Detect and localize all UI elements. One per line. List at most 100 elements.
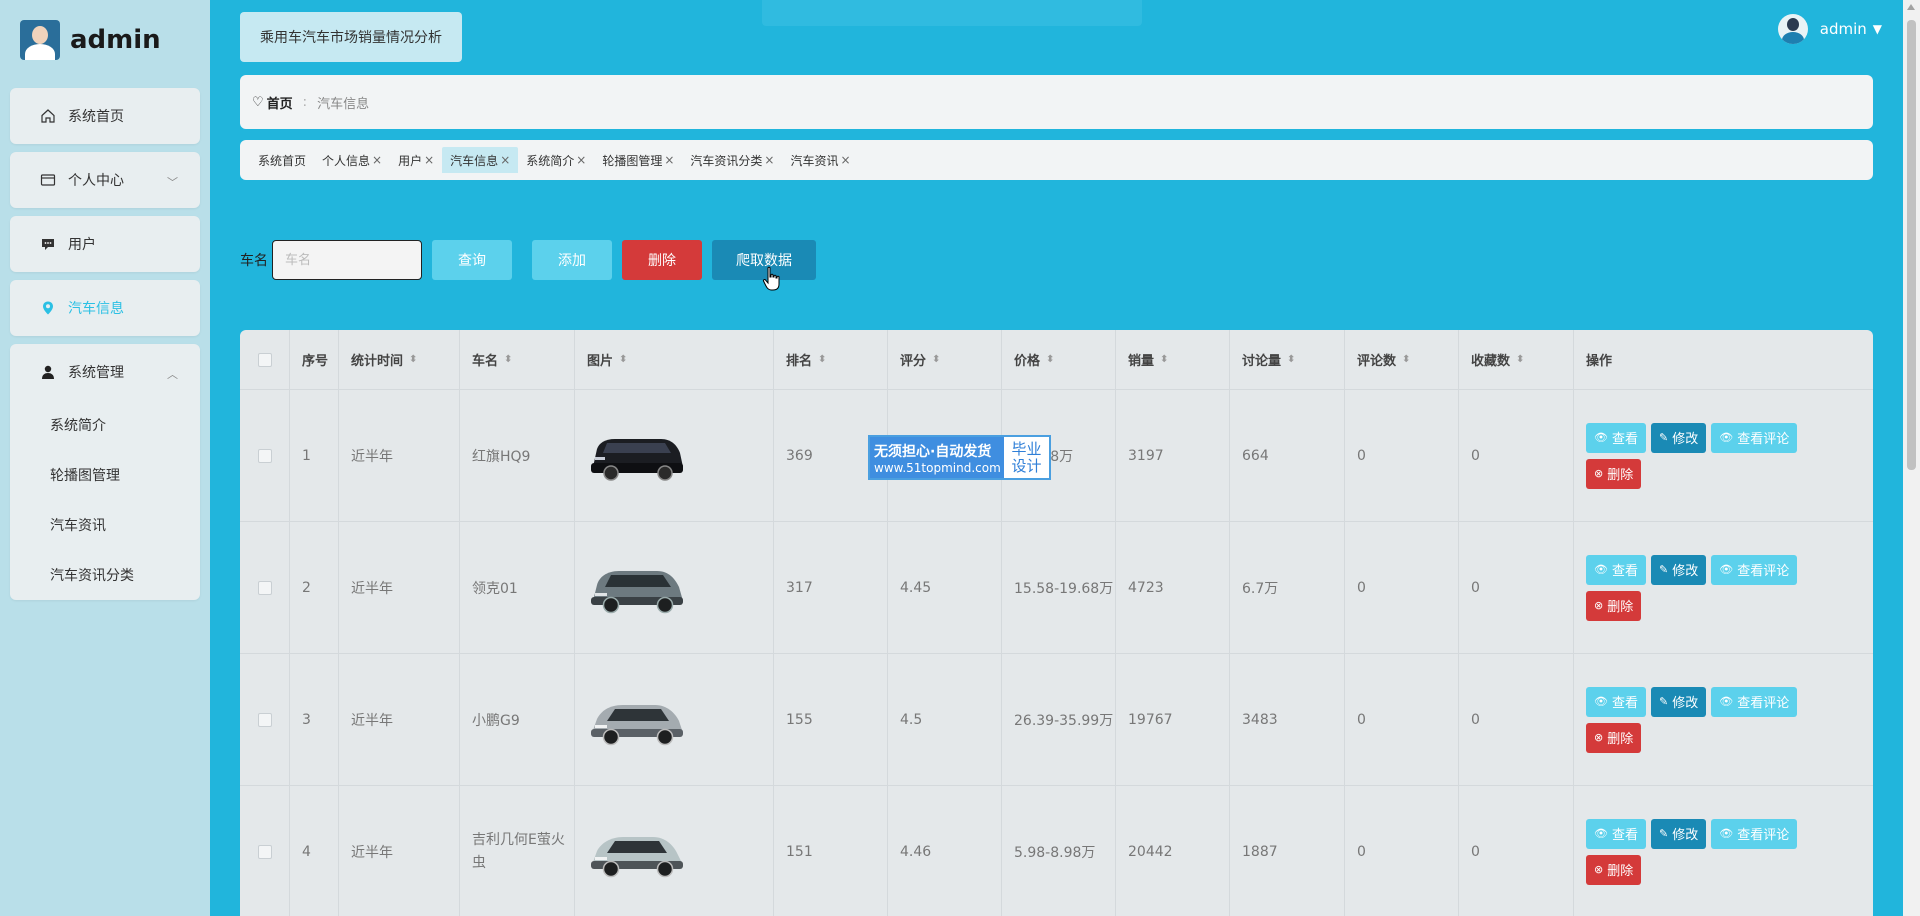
table-row: 4 近半年 吉利几何E萤火虫 151 4.46 5.98-8.98万 20442… xyxy=(240,786,1873,916)
row-delete-button[interactable]: ⊗ 删除 xyxy=(1586,854,1642,885)
tab-personal-info[interactable]: 个人信息 × xyxy=(314,147,390,173)
avatar xyxy=(1777,14,1808,44)
header-discussions[interactable]: 讨论量 ⬍ xyxy=(1230,330,1345,389)
tab-home[interactable]: 系统首页 xyxy=(250,147,314,173)
sidebar-item-home[interactable]: 系统首页 xyxy=(10,88,200,144)
row-delete-button[interactable]: ⊗ 删除 xyxy=(1586,458,1642,489)
car-thumbnail[interactable] xyxy=(587,427,687,485)
view-button[interactable]: 👁 查看 xyxy=(1586,818,1646,849)
sidebar-subitem-label: 汽车资讯 xyxy=(50,518,106,534)
edit-button[interactable]: ✎ 修改 xyxy=(1650,554,1707,585)
sort-icon[interactable]: ⬍ xyxy=(409,354,417,365)
header-score[interactable]: 评分 ⬍ xyxy=(888,330,1002,389)
car-thumbnail[interactable] xyxy=(587,691,687,749)
header-car-name[interactable]: 车名 ⬍ xyxy=(460,330,575,389)
view-button[interactable]: 👁 查看 xyxy=(1586,686,1646,717)
scrollbar-thumb[interactable] xyxy=(1907,20,1916,470)
watermark-line2: www.51topmind.com xyxy=(874,460,1001,475)
header-stat-time[interactable]: 统计时间 ⬍ xyxy=(339,330,460,389)
sidebar-subitem-carousel[interactable]: 轮播图管理 xyxy=(10,450,200,500)
user-menu[interactable]: admin ▼ xyxy=(1777,14,1882,44)
header-price[interactable]: 价格 ⬍ xyxy=(1002,330,1116,389)
cell-index: 2 xyxy=(290,522,339,653)
car-thumbnail[interactable] xyxy=(587,823,687,881)
view-reviews-button[interactable]: 👁 查看评论 xyxy=(1711,422,1798,453)
row-checkbox[interactable] xyxy=(257,844,272,859)
row-checkbox[interactable] xyxy=(257,580,272,595)
sidebar-subitem-news-category[interactable]: 汽车资讯分类 xyxy=(10,550,200,600)
tab-news[interactable]: 汽车资讯 × xyxy=(782,147,858,173)
view-button[interactable]: 👁 查看 xyxy=(1586,554,1646,585)
sidebar-item-personal[interactable]: 个人中心 ﹀ xyxy=(10,152,200,208)
cell-stat-time: 近半年 xyxy=(339,654,460,785)
table-row: 3 近半年 小鹏G9 155 4.5 26.39-35.99万 19767 34… xyxy=(240,654,1873,786)
tab-car-info[interactable]: 汽车信息 × xyxy=(442,147,519,173)
sidebar-subitem-intro[interactable]: 系统简介 xyxy=(10,400,200,450)
header-image[interactable]: 图片 ⬍ xyxy=(575,330,774,389)
view-button[interactable]: 👁 查看 xyxy=(1586,422,1646,453)
sort-icon[interactable]: ⬍ xyxy=(619,354,627,365)
sidebar-item-system[interactable]: 系统管理 ︿ xyxy=(10,344,200,400)
sidebar-subitem-news[interactable]: 汽车资讯 xyxy=(10,500,200,550)
header-comments[interactable]: 评论数 ⬍ xyxy=(1345,330,1459,389)
close-icon[interactable]: × xyxy=(841,153,851,167)
tab-news-category[interactable]: 汽车资讯分类 × xyxy=(682,147,782,173)
edit-button[interactable]: ✎ 修改 xyxy=(1650,818,1707,849)
menu-card-home: 系统首页 xyxy=(10,88,200,144)
header-label: 图片 xyxy=(587,354,614,369)
table-row: 2 近半年 领克01 317 4.45 15.58-19.68万 4723 6.… xyxy=(240,522,1873,654)
cell-image xyxy=(575,786,774,916)
header-favorites[interactable]: 收藏数 ⬍ xyxy=(1459,330,1574,389)
cell-stat-time: 近半年 xyxy=(339,522,460,653)
close-icon[interactable]: × xyxy=(664,153,674,167)
header-rank[interactable]: 排名 ⬍ xyxy=(774,330,888,389)
sidebar-item-car-info[interactable]: 汽车信息 xyxy=(10,280,200,336)
delete-label: 删除 xyxy=(1607,864,1634,879)
header-label: 价格 xyxy=(1014,354,1041,369)
sort-icon[interactable]: ⬍ xyxy=(1402,354,1410,365)
row-delete-button[interactable]: ⊗ 删除 xyxy=(1586,722,1642,753)
sort-icon[interactable]: ⬍ xyxy=(1516,354,1524,365)
add-button[interactable]: 添加 xyxy=(532,240,612,280)
scrollbar[interactable] xyxy=(1903,0,1920,916)
close-icon[interactable]: × xyxy=(576,153,586,167)
tab-carousel[interactable]: 轮播图管理 × xyxy=(594,147,682,173)
view-reviews-button[interactable]: 👁 查看评论 xyxy=(1711,686,1798,717)
row-delete-button[interactable]: ⊗ 删除 xyxy=(1586,590,1642,621)
row-checkbox[interactable] xyxy=(257,712,272,727)
row-select-cell xyxy=(240,522,290,653)
tab-system-intro[interactable]: 系统简介 × xyxy=(518,147,594,173)
close-icon[interactable]: × xyxy=(500,153,510,167)
sort-icon[interactable]: ⬍ xyxy=(1287,354,1295,365)
tab-label: 汽车信息 xyxy=(450,153,499,168)
sort-icon[interactable]: ⬍ xyxy=(932,354,940,365)
edit-button[interactable]: ✎ 修改 xyxy=(1650,422,1707,453)
scroll-up-arrow-icon[interactable] xyxy=(1907,4,1915,10)
chevron-down-icon: ﹀ xyxy=(167,176,178,189)
edit-button[interactable]: ✎ 修改 xyxy=(1650,686,1707,717)
row-checkbox[interactable] xyxy=(257,448,272,463)
car-thumbnail[interactable] xyxy=(587,559,687,617)
table-header: 序号 统计时间 ⬍ 车名 ⬍ 图片 ⬍ 排名 ⬍ 评分 ⬍ 价格 ⬍ 销量 ⬍ 讨论量 ⬍ 评论… xyxy=(240,330,1873,390)
sort-icon[interactable]: ⬍ xyxy=(1046,354,1054,365)
cell-car-name: 小鹏G9 xyxy=(460,654,575,785)
close-icon[interactable]: × xyxy=(764,153,774,167)
sort-icon[interactable]: ⬍ xyxy=(504,354,512,365)
id-card-icon xyxy=(40,172,56,188)
view-reviews-button[interactable]: 👁 查看评论 xyxy=(1711,554,1798,585)
cell-discussions: 3483 xyxy=(1230,654,1345,785)
view-reviews-button[interactable]: 👁 查看评论 xyxy=(1711,818,1798,849)
row-select-cell xyxy=(240,786,290,916)
sort-icon[interactable]: ⬍ xyxy=(1160,354,1168,365)
close-icon[interactable]: × xyxy=(424,153,434,167)
select-all-checkbox[interactable] xyxy=(257,352,272,367)
sidebar-item-user[interactable]: 用户 xyxy=(10,216,200,272)
close-icon[interactable]: × xyxy=(372,153,382,167)
sort-icon[interactable]: ⬍ xyxy=(818,354,826,365)
header-sales[interactable]: 销量 ⬍ xyxy=(1116,330,1230,389)
tab-user[interactable]: 用户 × xyxy=(390,147,442,173)
delete-button[interactable]: 删除 xyxy=(622,240,702,280)
breadcrumb-home[interactable]: ♡ 首页 xyxy=(252,93,293,112)
search-input[interactable] xyxy=(272,240,422,280)
query-button[interactable]: 查询 xyxy=(432,240,512,280)
